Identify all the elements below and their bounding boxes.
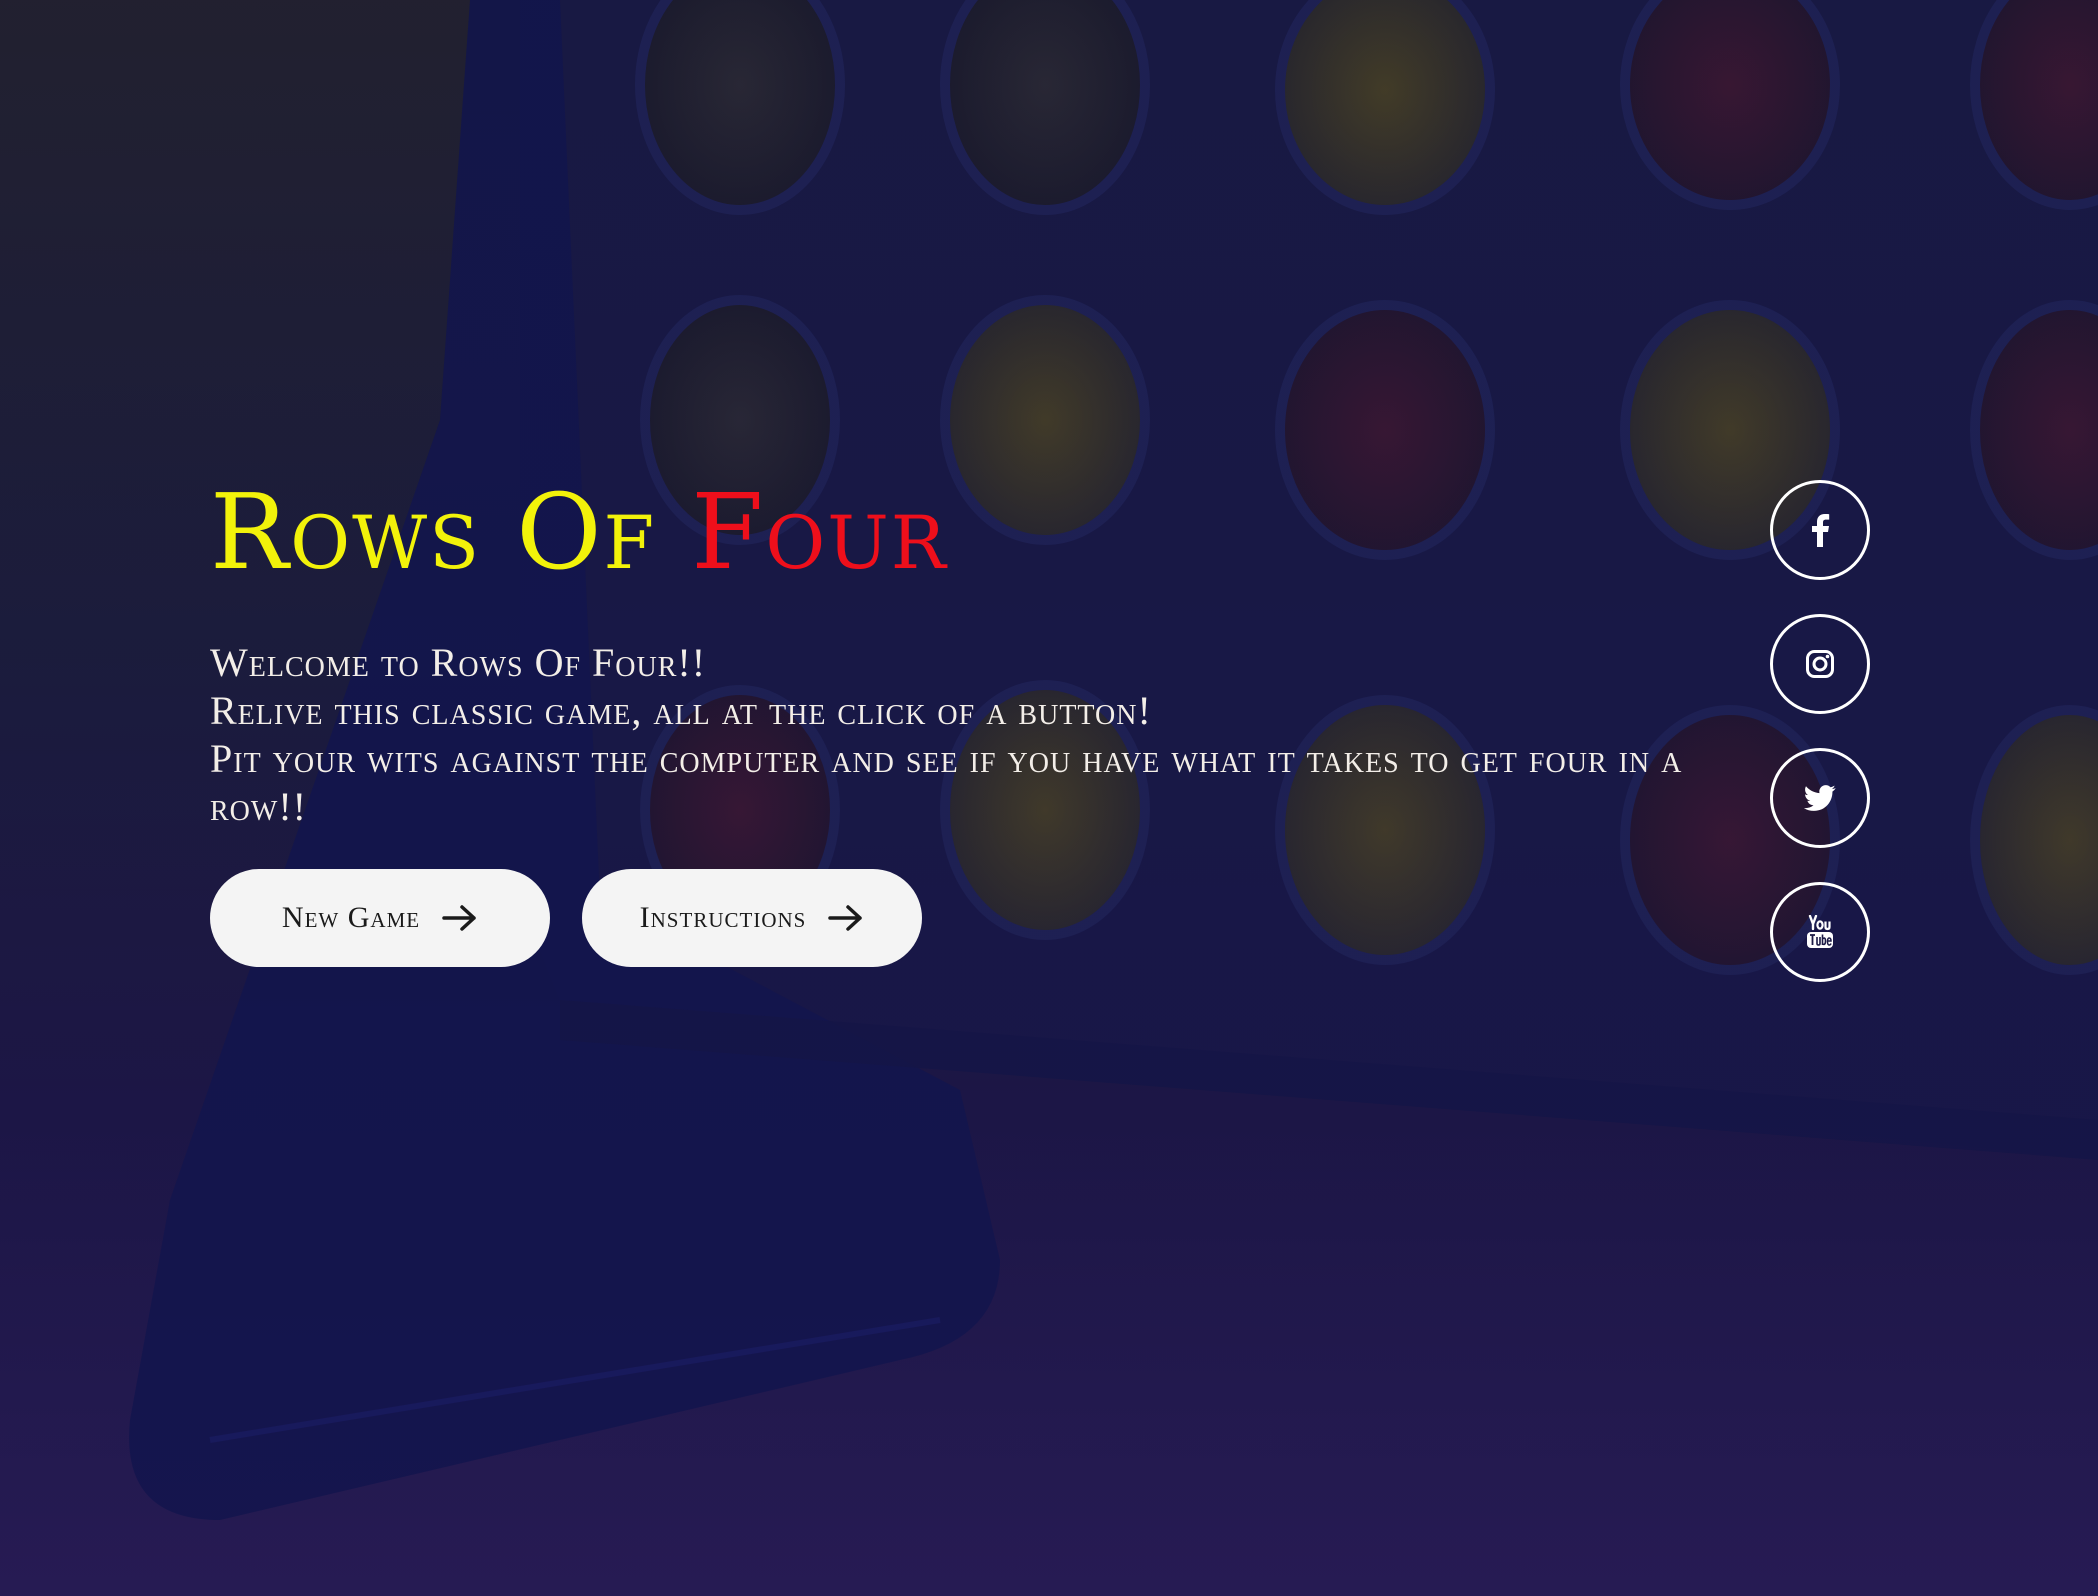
arrow-right-icon [828,905,863,931]
instagram-icon [1806,650,1834,678]
instructions-label: Instructions [639,900,807,934]
title-rows-of: Rows Of [210,471,657,593]
intro-text: Welcome to Rows Of Four!! Relive this cl… [210,639,1690,831]
page-title: Rows Of Four [210,470,1690,595]
facebook-link[interactable] [1770,480,1870,580]
intro-line-relive: Relive this classic game, all at the cli… [210,687,1152,733]
title-four: Four [691,471,948,593]
social-links [1770,480,1870,982]
twitter-icon [1804,785,1836,811]
instagram-link[interactable] [1770,614,1870,714]
hero-section: Rows Of Four Welcome to Rows Of Four!! R… [210,470,1690,967]
new-game-button[interactable]: New Game [210,868,550,967]
youtube-icon [1807,915,1833,948]
new-game-label: New Game [281,900,421,934]
facebook-icon [1812,514,1830,547]
youtube-link[interactable] [1770,882,1870,982]
action-buttons: New Game Instructions [210,868,1690,967]
twitter-link[interactable] [1770,748,1870,848]
intro-line-welcome: Welcome to Rows Of Four!! [210,639,707,685]
arrow-right-icon [442,905,476,931]
landing-page: Rows Of Four Welcome to Rows Of Four!! R… [0,0,2098,1596]
intro-line-challenge: Pit your wits against the computer and s… [210,735,1683,829]
instructions-button[interactable]: Instructions [582,868,922,967]
